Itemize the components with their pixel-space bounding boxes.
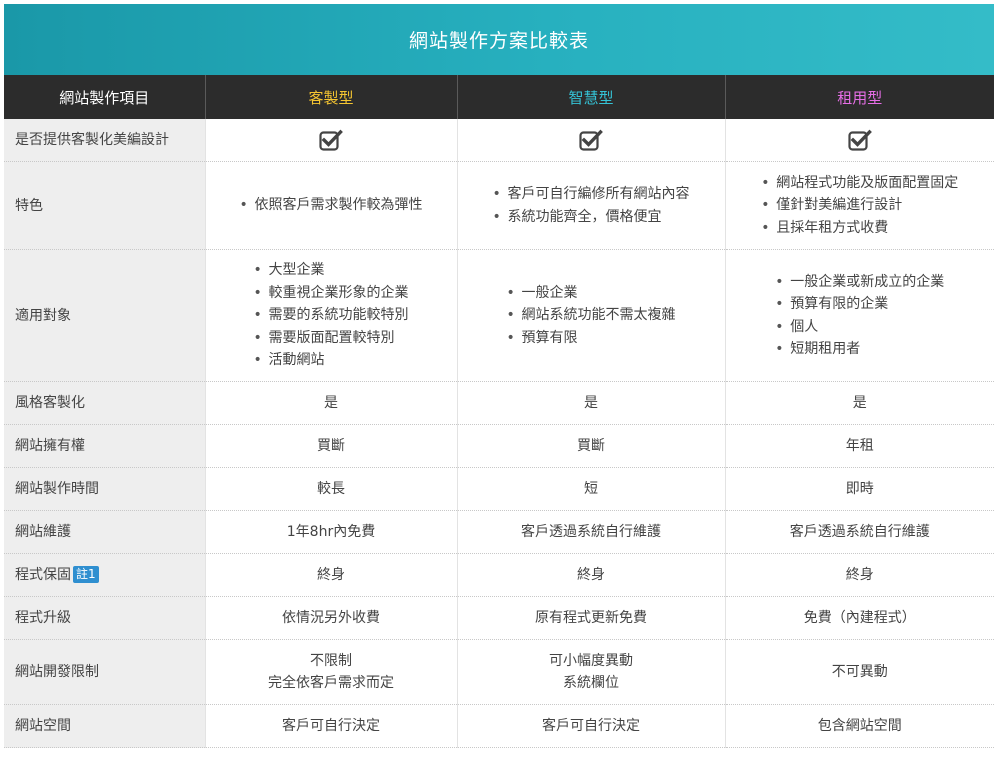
table-row: 網站製作時間 較長 短 即時: [4, 467, 994, 511]
table-row: 程式保固 註1 終身 終身 終身: [4, 553, 994, 597]
time-smart-cell: 短: [456, 467, 725, 511]
header-plan-smart: 智慧型: [456, 75, 725, 119]
row-label-maintenance: 網站維護: [4, 510, 205, 554]
list-item: 短期租用者: [775, 338, 944, 361]
header-item-label: 網站製作項目: [4, 75, 205, 119]
row-label-style: 風格客製化: [4, 381, 205, 425]
upgrade-custom-cell: 依情況另外收費: [204, 596, 457, 640]
table-row: 網站開發限制 不限制完全依客戶需求而定 可小幅度異動 系統欄位 不可異動: [4, 639, 994, 705]
list-item: 較重視企業形象的企業: [254, 282, 409, 305]
list-item: 一般企業或新成立的企業: [775, 271, 944, 294]
maintenance-rental-cell: 客戶透過系統自行維護: [724, 510, 994, 554]
features-custom-list: 依照客戶需求製作較為彈性: [240, 194, 423, 217]
style-rental-cell: 是: [724, 381, 994, 425]
warranty-smart-cell: 終身: [456, 553, 725, 597]
table-row: 網站擁有權 買斷 買斷 年租: [4, 424, 994, 468]
table-row: 網站維護 1年8hr內免費 客戶透過系統自行維護 客戶透過系統自行維護: [4, 510, 994, 554]
design-custom-cell: [204, 119, 457, 162]
warranty-custom-cell: 終身: [204, 553, 457, 597]
checkbox-checked-icon: [319, 129, 343, 151]
list-item: 網站程式功能及版面配置固定: [761, 172, 958, 195]
list-item: 需要版面配置較特別: [254, 327, 409, 350]
upgrade-rental-cell: 免費（內建程式）: [724, 596, 994, 640]
time-custom-cell: 較長: [204, 467, 457, 511]
list-item: 依照客戶需求製作較為彈性: [240, 194, 423, 217]
list-item: 預算有限的企業: [775, 293, 944, 316]
list-item: 預算有限: [507, 327, 676, 350]
comparison-table: 網站製作項目 客製型 智慧型 租用型 是否提供客製化美編設計 特色 依照客戶需求…: [4, 75, 994, 748]
ownership-custom-cell: 買斷: [204, 424, 457, 468]
checkbox-checked-icon: [579, 129, 603, 151]
maintenance-custom-cell: 1年8hr內免費: [204, 510, 457, 554]
table-row: 特色 依照客戶需求製作較為彈性 客戶可自行編修所有網站內容 系統功能齊全，價格便…: [4, 161, 994, 250]
comparison-container: 網站製作方案比較表 網站製作項目 客製型 智慧型 租用型 是否提供客製化美編設計…: [4, 4, 994, 748]
header-plan-custom: 客製型: [204, 75, 457, 119]
row-label-space: 網站空間: [4, 704, 205, 748]
table-row: 適用對象 大型企業 較重視企業形象的企業 需要的系統功能較特別 需要版面配置較特…: [4, 249, 994, 382]
table-row: 是否提供客製化美編設計: [4, 119, 994, 162]
table-row: 程式升級 依情況另外收費 原有程式更新免費 免費（內建程式）: [4, 596, 994, 640]
cell-line: 系統欄位: [563, 675, 619, 691]
space-smart-cell: 客戶可自行決定: [456, 704, 725, 748]
list-item: 大型企業: [254, 259, 409, 282]
ownership-rental-cell: 年租: [724, 424, 994, 468]
list-item: 活動網站: [254, 349, 409, 372]
row-label-warranty: 程式保固 註1: [4, 553, 205, 597]
upgrade-smart-cell: 原有程式更新免費: [456, 596, 725, 640]
list-item: 且採年租方式收費: [761, 217, 958, 240]
footnote-badge[interactable]: 註1: [73, 566, 99, 583]
features-smart-list: 客戶可自行編修所有網站內容 系統功能齊全，價格便宜: [493, 183, 690, 228]
warranty-label-text: 程式保固: [15, 567, 71, 583]
features-rental-cell: 網站程式功能及版面配置固定 僅針對美編進行設計 且採年租方式收費: [724, 161, 994, 250]
row-label-features: 特色: [4, 161, 205, 250]
space-rental-cell: 包含網站空間: [724, 704, 994, 748]
list-item: 僅針對美編進行設計: [761, 194, 958, 217]
table-row: 網站空間 客戶可自行決定 客戶可自行決定 包含網站空間: [4, 704, 994, 748]
design-rental-cell: [724, 119, 994, 162]
list-item: 網站系統功能不需太複雜: [507, 304, 676, 327]
audience-rental-list: 一般企業或新成立的企業 預算有限的企業 個人 短期租用者: [775, 271, 944, 361]
dev-limit-custom-cell: 不限制完全依客戶需求而定: [204, 639, 457, 705]
space-custom-cell: 客戶可自行決定: [204, 704, 457, 748]
ownership-smart-cell: 買斷: [456, 424, 725, 468]
header-row: 網站製作項目 客製型 智慧型 租用型: [4, 75, 994, 119]
style-smart-cell: 是: [456, 381, 725, 425]
warranty-rental-cell: 終身: [724, 553, 994, 597]
list-item: 個人: [775, 316, 944, 339]
row-label-dev-limit: 網站開發限制: [4, 639, 205, 705]
list-item: 系統功能齊全，價格便宜: [493, 206, 690, 229]
audience-custom-list: 大型企業 較重視企業形象的企業 需要的系統功能較特別 需要版面配置較特別 活動網…: [254, 259, 409, 372]
table-row: 風格客製化 是 是 是: [4, 381, 994, 425]
row-label-audience: 適用對象: [4, 249, 205, 382]
table-title: 網站製作方案比較表: [408, 30, 589, 52]
features-rental-list: 網站程式功能及版面配置固定 僅針對美編進行設計 且採年租方式收費: [761, 172, 958, 240]
audience-custom-cell: 大型企業 較重視企業形象的企業 需要的系統功能較特別 需要版面配置較特別 活動網…: [204, 249, 457, 382]
row-label-ownership: 網站擁有權: [4, 424, 205, 468]
checkbox-checked-icon: [848, 129, 872, 151]
list-item: 客戶可自行編修所有網站內容: [493, 183, 690, 206]
audience-rental-cell: 一般企業或新成立的企業 預算有限的企業 個人 短期租用者: [724, 249, 994, 382]
row-label-design: 是否提供客製化美編設計: [4, 119, 205, 162]
features-custom-cell: 依照客戶需求製作較為彈性: [204, 161, 457, 250]
dev-limit-smart-cell: 可小幅度異動 系統欄位: [456, 639, 725, 705]
cell-line: 不限制: [310, 653, 352, 669]
cell-line: 可小幅度異動: [549, 653, 633, 669]
row-label-upgrade: 程式升級: [4, 596, 205, 640]
time-rental-cell: 即時: [724, 467, 994, 511]
cell-line: 完全依客戶需求而定: [268, 675, 394, 691]
style-custom-cell: 是: [204, 381, 457, 425]
row-label-time: 網站製作時間: [4, 467, 205, 511]
audience-smart-list: 一般企業 網站系統功能不需太複雜 預算有限: [507, 282, 676, 350]
maintenance-smart-cell: 客戶透過系統自行維護: [456, 510, 725, 554]
list-item: 需要的系統功能較特別: [254, 304, 409, 327]
table-title-banner: 網站製作方案比較表: [4, 4, 994, 75]
dev-limit-rental-cell: 不可異動: [724, 639, 994, 705]
header-plan-rental: 租用型: [724, 75, 994, 119]
audience-smart-cell: 一般企業 網站系統功能不需太複雜 預算有限: [456, 249, 725, 382]
list-item: 一般企業: [507, 282, 676, 305]
features-smart-cell: 客戶可自行編修所有網站內容 系統功能齊全，價格便宜: [456, 161, 725, 250]
design-smart-cell: [456, 119, 725, 162]
